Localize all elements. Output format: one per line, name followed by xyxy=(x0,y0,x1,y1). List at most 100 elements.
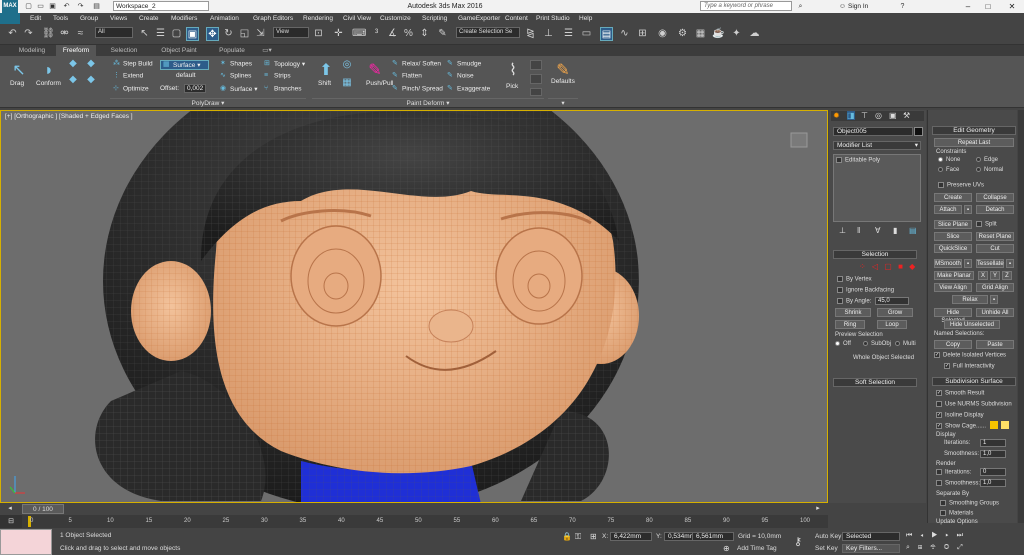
toggle-ribbon-icon[interactable]: ▭ xyxy=(580,27,593,41)
maxscript-listener[interactable] xyxy=(0,529,52,555)
menu-scripting[interactable]: Scripting xyxy=(422,13,447,24)
conform-label[interactable]: Conform xyxy=(36,80,61,87)
modifier-stack[interactable]: Editable Poly xyxy=(833,154,921,222)
tab-freeform[interactable]: Freeform xyxy=(56,45,96,56)
topology-button[interactable]: ⊞ Topology ▾ xyxy=(264,60,305,68)
defaults-label[interactable]: Defaults xyxy=(551,78,575,85)
ignore-backfacing-checkbox[interactable]: Ignore Backfacing xyxy=(837,287,894,294)
surface-draw-button[interactable]: ▦ Surface ▾ xyxy=(160,60,210,71)
hide-unselected-button[interactable]: Hide Unselected xyxy=(944,320,1000,329)
slice-button[interactable]: Slice xyxy=(934,232,972,241)
hide-selected-button[interactable]: Hide Selected xyxy=(934,308,972,324)
defaults-expand-icon[interactable]: ▾ xyxy=(548,98,578,107)
make-planar-button[interactable]: Make Planar xyxy=(934,271,974,280)
edit-named-selection-icon[interactable]: ✎ xyxy=(436,27,449,41)
branches-button[interactable]: ⑂ Branches xyxy=(264,85,301,93)
render-smoothness-spinner[interactable]: 1,0 xyxy=(980,479,1006,487)
hierarchy-tab-icon[interactable]: ⊤ xyxy=(861,111,868,120)
preview-subobj-radio[interactable]: SubObj xyxy=(863,341,891,347)
new-icon[interactable]: ▢ xyxy=(24,2,33,11)
extend-button[interactable]: ⋮ Extend xyxy=(113,72,143,80)
pick-label[interactable]: Pick xyxy=(506,83,518,90)
search-input[interactable]: Type a keyword or phrase xyxy=(700,1,792,11)
cage-color-swatch-1[interactable] xyxy=(990,421,998,429)
make-unique-icon[interactable]: ∀ xyxy=(875,226,880,235)
pick-option-2-button[interactable] xyxy=(530,74,542,84)
user-icon[interactable]: ☺ xyxy=(838,2,847,11)
select-move-icon[interactable]: ✥ xyxy=(206,27,219,41)
undo-icon[interactable]: ↶ xyxy=(6,27,19,41)
scene-explorer-icon[interactable]: ▤ xyxy=(600,27,613,41)
time-slider-thumb[interactable]: 0 / 100 xyxy=(22,504,64,514)
msmooth-settings-button[interactable]: ▪ xyxy=(964,259,972,268)
strips-button[interactable]: ≡ Strips xyxy=(264,72,291,80)
smoothing-groups-checkbox[interactable]: Smoothing Groups xyxy=(940,500,999,507)
tab-modeling[interactable]: Modeling xyxy=(12,45,52,56)
viewport-nav-controls[interactable]: ⌕ ⊞ ✥ ◎ ⤢ xyxy=(906,544,1020,554)
modifier-list-dropdown[interactable]: Modifier List ▾ xyxy=(833,141,921,150)
render-production-icon[interactable]: ☕ xyxy=(712,27,725,41)
select-by-name-icon[interactable]: ☰ xyxy=(154,27,167,41)
tab-selection[interactable]: Selection xyxy=(104,45,144,56)
render-online-icon[interactable]: ☁ xyxy=(748,27,761,41)
select-scale-icon[interactable]: ◱ xyxy=(238,27,251,41)
reference-coordinate-dropdown[interactable]: View xyxy=(273,27,309,38)
mirror-icon[interactable]: ⧎ xyxy=(524,27,537,41)
time-next-icon[interactable]: ▸ xyxy=(808,504,828,514)
align-icon[interactable]: ⊥ xyxy=(542,27,555,41)
preserve-uvs-checkbox[interactable]: Preserve UVs xyxy=(938,182,984,189)
drag-icon[interactable]: ↖ xyxy=(8,60,30,82)
absolute-mode-icon[interactable]: ⊞ xyxy=(590,532,597,541)
tessellate-settings-button[interactable]: ▪ xyxy=(1006,259,1014,268)
copy-button[interactable]: Copy xyxy=(934,340,972,349)
render-iterations-checkbox[interactable]: Iterations: xyxy=(936,469,971,476)
conform-options-icon[interactable]: ◆ xyxy=(66,74,80,86)
shift-label[interactable]: Shift xyxy=(318,80,331,87)
viewport[interactable]: [+] [Orthographic ] [Shaded + Edged Face… xyxy=(0,110,828,503)
viewport-label[interactable]: [+] [Orthographic ] [Shaded + Edged Face… xyxy=(5,113,133,120)
maximize-button[interactable]: □ xyxy=(982,0,994,13)
unhide-all-button[interactable]: Unhide All xyxy=(976,308,1014,317)
menu-animation[interactable]: Animation xyxy=(210,13,239,24)
motion-tab-icon[interactable]: ◎ xyxy=(875,111,882,120)
detach-button[interactable]: Detach xyxy=(976,205,1014,214)
use-nurms-checkbox[interactable]: Use NURMS Subdivision xyxy=(936,401,1012,408)
search-icon[interactable]: ⌕ xyxy=(796,2,805,11)
shift-options-icon[interactable]: ▦ xyxy=(340,76,354,90)
isolate-selection-icon[interactable]: 🔒 xyxy=(562,532,572,541)
slice-plane-button[interactable]: Slice Plane xyxy=(934,220,972,229)
grid-align-button[interactable]: Grid Align xyxy=(976,283,1014,292)
redo-icon[interactable]: ↷ xyxy=(22,27,35,41)
unlink-icon[interactable]: ⚮ xyxy=(58,27,71,41)
close-button[interactable]: ✕ xyxy=(1006,0,1018,13)
angle-snap-icon[interactable]: ∡ xyxy=(386,27,399,41)
soft-selection-rollout-header[interactable]: Soft Selection xyxy=(833,378,917,387)
menu-print-studio[interactable]: Print Studio xyxy=(536,13,570,24)
menu-graph-editors[interactable]: Graph Editors xyxy=(253,13,293,24)
by-angle-spinner[interactable]: 45,0 xyxy=(875,297,909,305)
utilities-tab-icon[interactable]: ⚒ xyxy=(903,111,910,120)
planar-x-button[interactable]: X xyxy=(978,271,988,280)
attach-settings-button[interactable]: ▪ xyxy=(964,205,972,214)
add-time-tag-button[interactable]: Add Time Tag xyxy=(737,545,777,552)
view-align-button[interactable]: View Align xyxy=(934,283,972,292)
ring-button[interactable]: Ring xyxy=(835,320,865,329)
menu-edit[interactable]: Edit xyxy=(30,13,41,24)
push-pull-icon[interactable]: ✎ xyxy=(364,60,386,82)
playback-controls[interactable]: ⏮ ◂ ▶ ▸ ⏭ xyxy=(906,532,1020,542)
app-logo[interactable]: MAX xyxy=(2,0,18,13)
preview-off-radio[interactable]: Off xyxy=(835,341,851,347)
relax-settings-button[interactable]: ▪ xyxy=(990,295,998,304)
menu-help[interactable]: Help xyxy=(579,13,592,24)
percent-snap-icon[interactable]: % xyxy=(402,27,415,41)
pick-icon[interactable]: ⌇ xyxy=(502,60,524,82)
save-icon[interactable]: ▣ xyxy=(48,2,57,11)
create-button[interactable]: Create xyxy=(934,193,972,202)
sign-in-link[interactable]: Sign In xyxy=(848,0,868,13)
mini-curve-icon[interactable]: ⊟ xyxy=(0,515,22,528)
relax-button[interactable]: Relax xyxy=(952,295,988,304)
tab-object-paint[interactable]: Object Paint xyxy=(154,45,204,56)
menu-views[interactable]: Views xyxy=(110,13,127,24)
noise-button[interactable]: ✎ Noise xyxy=(447,72,474,80)
help-icon[interactable]: ? xyxy=(898,2,907,11)
